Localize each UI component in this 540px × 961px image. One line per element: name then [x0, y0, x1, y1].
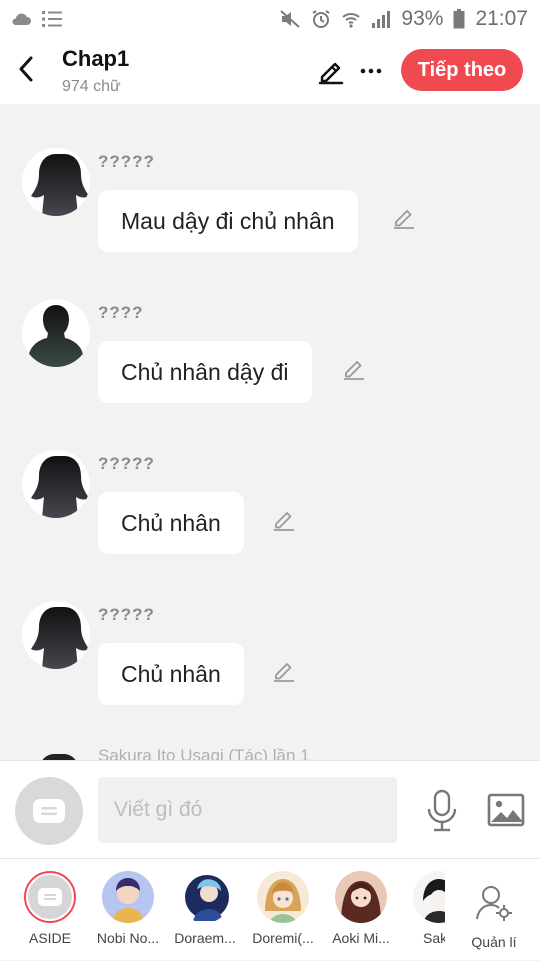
character-name: Aoki Mi... — [332, 930, 390, 946]
character-aoki[interactable]: Aoki Mi... — [323, 871, 399, 946]
character-name: Doremi(... — [252, 930, 314, 946]
signal-icon — [371, 10, 391, 28]
female-silhouette-icon — [31, 607, 89, 669]
character-name: Doraem... — [174, 930, 236, 946]
pencil-icon — [274, 663, 294, 682]
partial-chat-message: Sakura Ito Usagi (Tác) lần 1 — [0, 746, 540, 760]
character-portrait-icon — [102, 871, 154, 923]
back-button[interactable] — [12, 54, 40, 84]
speaker-avatar[interactable] — [22, 450, 90, 518]
speech-bubble-icon — [38, 888, 62, 906]
clock-time: 21:07 — [475, 7, 528, 30]
male-silhouette-icon — [29, 305, 83, 367]
alarm-icon — [311, 9, 331, 29]
pencil-icon — [274, 512, 294, 531]
image-icon — [487, 793, 525, 827]
word-count: 974 chữ — [62, 78, 121, 95]
battery-icon — [453, 9, 465, 29]
chat-area[interactable]: ????? Mau dậy đi chủ nhân ???? Chủ nhân … — [0, 104, 540, 760]
character-portrait-icon — [335, 871, 387, 923]
message-bubble[interactable]: Chủ nhân — [98, 492, 244, 554]
message-bubble[interactable]: Chủ nhân — [98, 643, 244, 705]
character-aside[interactable]: ASIDE — [12, 871, 88, 946]
character-avatar — [413, 871, 445, 923]
pencil-icon — [344, 361, 364, 380]
character-portrait-icon — [413, 871, 445, 923]
chat-message: ????? Chủ nhân — [0, 450, 540, 590]
message-bubble[interactable]: Chủ nhân dậy đi — [98, 341, 312, 403]
character-sakura[interactable]: Saka — [401, 871, 445, 946]
more-options-button[interactable] — [356, 56, 386, 86]
chevron-left-icon — [19, 56, 33, 82]
speaker-name: ????? — [98, 454, 155, 473]
battery-percent: 93% — [401, 7, 444, 30]
cloud-icon — [10, 12, 32, 26]
mute-icon — [279, 9, 301, 29]
character-name: Saka — [423, 930, 445, 946]
speech-bubble-icon — [33, 799, 65, 823]
microphone-icon — [427, 789, 457, 832]
composer-bar — [0, 760, 540, 858]
character-nobi[interactable]: Nobi No... — [90, 871, 166, 946]
user-settings-icon — [476, 886, 512, 921]
voice-input-button[interactable] — [424, 789, 460, 833]
character-name: ASIDE — [28, 930, 71, 946]
edit-message-button[interactable] — [341, 355, 367, 381]
edit-message-button[interactable] — [271, 657, 297, 683]
edit-message-button[interactable] — [391, 204, 417, 230]
character-avatar — [102, 871, 154, 923]
female-silhouette-icon — [31, 456, 89, 518]
character-doremi[interactable]: Doremi(... — [245, 871, 321, 946]
speaker-avatar[interactable] — [22, 148, 90, 216]
character-name: Nobi No... — [96, 930, 160, 946]
more-dots-icon — [360, 68, 382, 74]
character-avatar — [179, 871, 231, 923]
pencil-icon — [318, 62, 344, 85]
character-avatar — [24, 871, 76, 923]
speaker-name: ???? — [98, 303, 144, 322]
wifi-icon — [341, 9, 361, 29]
speaker-avatar[interactable] — [22, 299, 90, 367]
character-avatar — [335, 871, 387, 923]
character-selector: ASIDE Nobi No... Doraem... Doremi(... Ao… — [0, 858, 540, 960]
chat-message: ????? Mau dậy đi chủ nhân — [0, 148, 540, 288]
page-title: Chap1 — [62, 46, 130, 71]
list-icon — [42, 10, 62, 28]
edit-chapter-button[interactable] — [316, 56, 346, 86]
next-button[interactable]: Tiếp theo — [401, 49, 523, 91]
character-list[interactable]: ASIDE Nobi No... Doraem... Doremi(... Ao… — [0, 859, 445, 961]
narrator-toggle-button[interactable] — [15, 777, 83, 845]
manage-label: Quản lí — [471, 934, 517, 950]
app-header: Chap1 974 chữ Tiếp theo — [0, 38, 540, 104]
message-bubble[interactable]: Mau dậy đi chủ nhân — [98, 190, 358, 252]
speaker-name: ????? — [98, 152, 155, 171]
speaker-avatar[interactable] — [22, 601, 90, 669]
character-portrait-icon — [179, 871, 231, 923]
character-avatar — [257, 871, 309, 923]
status-bar: 93% 21:07 — [0, 0, 540, 38]
chat-message: ????? Chủ nhân — [0, 601, 540, 741]
insert-image-button[interactable] — [487, 793, 525, 827]
speaker-name: ????? — [98, 605, 155, 624]
pencil-icon — [394, 210, 414, 229]
speaker-name: Sakura Ito Usagi (Tác) lần 1 — [98, 746, 310, 760]
edit-message-button[interactable] — [271, 506, 297, 532]
message-input[interactable] — [98, 777, 397, 843]
manage-characters-button[interactable]: Quản lí — [462, 883, 526, 950]
female-silhouette-icon — [31, 154, 89, 216]
character-doraemon[interactable]: Doraem... — [167, 871, 243, 946]
chat-message: ???? Chủ nhân dậy đi — [0, 299, 540, 439]
character-portrait-icon — [257, 871, 309, 923]
